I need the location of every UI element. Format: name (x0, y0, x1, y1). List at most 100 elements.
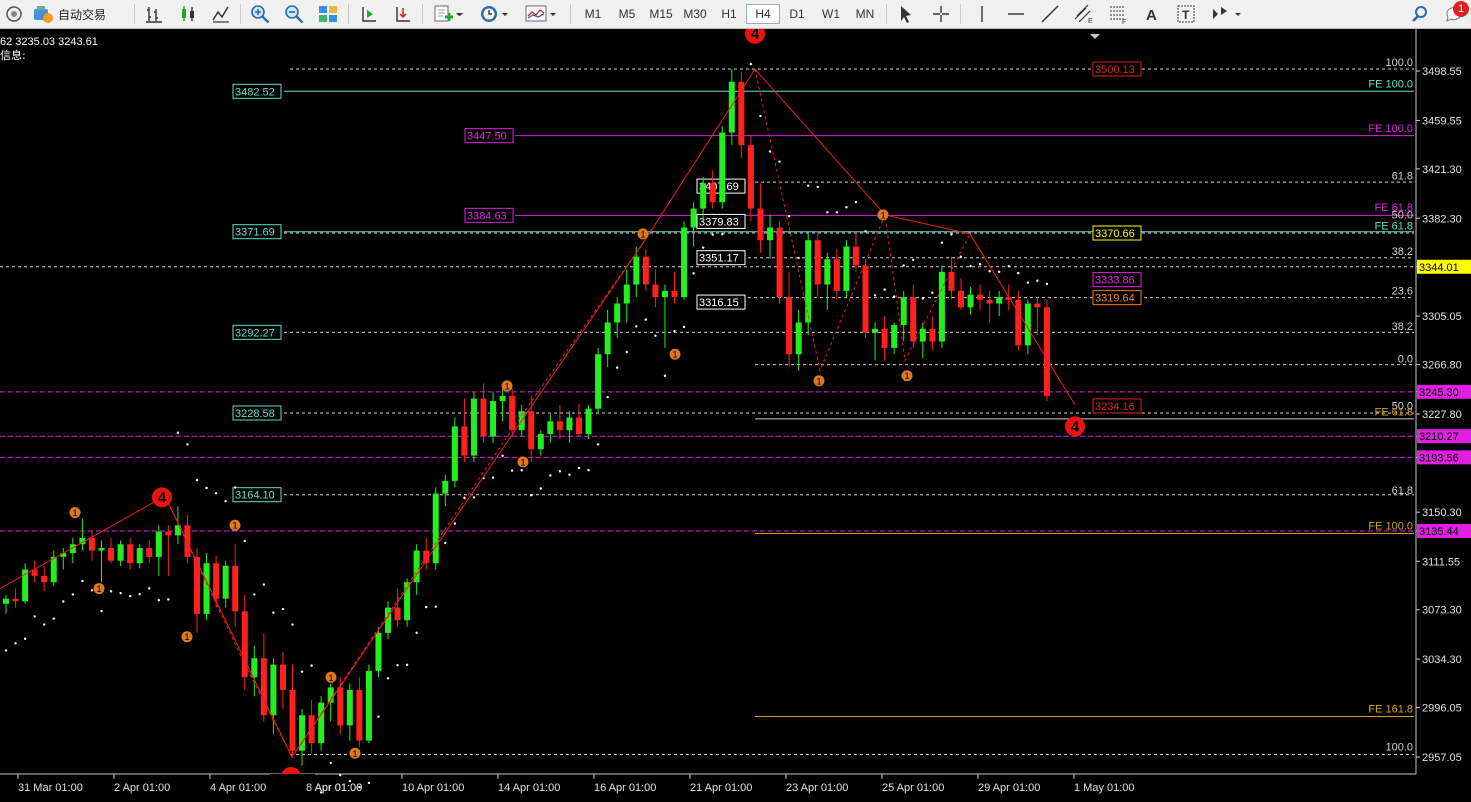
candle-body (213, 563, 220, 599)
cursor-icon[interactable] (894, 3, 918, 25)
time-tick-label: 31 Mar 01:00 (18, 782, 83, 794)
text-icon[interactable]: A (1140, 3, 1164, 25)
notifications-button[interactable]: 1 (1442, 1, 1469, 25)
sar-dot (119, 591, 122, 595)
sar-dot (845, 206, 848, 209)
sar-dot (1045, 282, 1049, 286)
sar-dot (711, 233, 714, 236)
candle-body (470, 398, 477, 456)
timeframe-d1[interactable]: D1 (780, 4, 814, 24)
minor-marker-label: 1 (504, 381, 509, 391)
sar-dot (405, 663, 409, 667)
minor-marker-label: 1 (640, 229, 645, 239)
crosshair-icon[interactable] (929, 3, 953, 25)
timeframe-h1[interactable]: H1 (712, 4, 746, 24)
candle-body (690, 208, 697, 228)
sar-dot (291, 623, 294, 626)
search-icon[interactable] (1408, 3, 1432, 25)
candle-body (958, 290, 964, 308)
sar-dot (434, 605, 437, 608)
candle-body (537, 434, 544, 450)
equidistant-channel-icon[interactable]: E (1072, 3, 1096, 25)
candle-body (451, 426, 458, 481)
sar-dot (558, 470, 562, 473)
sar-dot (157, 599, 160, 602)
sar-dot (176, 431, 180, 434)
sar-dot (205, 486, 208, 490)
radio-icon[interactable] (2, 3, 26, 25)
timeframe-w1[interactable]: W1 (814, 4, 848, 24)
line-chart-icon[interactable] (209, 3, 233, 25)
horizontal-line-icon[interactable] (1004, 3, 1028, 25)
candle-body (986, 299, 993, 304)
price-tick-label: 3498.55 (1422, 66, 1462, 78)
periods-button[interactable] (476, 3, 512, 25)
minor-marker-label: 1 (184, 632, 189, 642)
candle-body (356, 689, 363, 741)
candle-body (136, 548, 143, 564)
sar-dot (386, 677, 390, 680)
timeframe-h4[interactable]: H4 (746, 4, 780, 24)
sar-dot (959, 255, 963, 258)
sar-dot (701, 246, 705, 249)
candle-body (614, 303, 621, 323)
level-box-label: 3500.13 (1095, 64, 1135, 76)
candlestick-icon[interactable] (176, 3, 200, 25)
sar-dot (310, 664, 313, 667)
sar-dot (415, 631, 418, 634)
candle-body (279, 664, 286, 690)
timeframe-m1[interactable]: M1 (576, 4, 610, 24)
sar-dot (234, 486, 237, 489)
wave-marker-label: 4 (1071, 418, 1080, 435)
fib-level-label: FE 61.8 (1374, 220, 1413, 232)
sar-dot (931, 291, 934, 294)
sar-dot (940, 241, 944, 244)
price-tick-label: 2996.05 (1422, 703, 1462, 715)
bar-chart-icon[interactable] (142, 3, 166, 25)
sar-dot (377, 715, 380, 718)
tile-windows-icon[interactable] (316, 3, 340, 25)
sar-dot (90, 589, 94, 592)
vertical-line-icon[interactable] (970, 3, 994, 25)
sar-dot (998, 270, 1001, 274)
text-label-icon[interactable]: T (1174, 3, 1198, 25)
sar-dot (816, 185, 819, 189)
autotrade-button[interactable]: 自动交易 (32, 3, 124, 25)
sar-dot (214, 492, 218, 495)
sar-dot (902, 264, 905, 267)
chart-canvas[interactable]: 3498.55 3459.55 3421.30 3382.30 3344.01 3305.… (0, 29, 1471, 802)
level-box-label: 3234.16 (1095, 401, 1135, 413)
time-tick-label: 2 Apr 01:00 (114, 782, 170, 794)
zoom-out-icon[interactable] (282, 3, 306, 25)
zoom-in-icon[interactable] (248, 3, 272, 25)
templates-button[interactable] (522, 3, 560, 25)
candle-body (919, 328, 926, 342)
autoscroll-icon[interactable] (391, 3, 415, 25)
candle-body (260, 658, 267, 716)
timeframe-mn[interactable]: MN (848, 4, 882, 24)
timeframe-m15[interactable]: M15 (644, 4, 678, 24)
candle-body (394, 607, 401, 621)
trendline-icon[interactable] (1038, 3, 1062, 25)
candle-body (3, 598, 9, 604)
fibonacci-icon[interactable]: F (1106, 3, 1130, 25)
timeframe-m5[interactable]: M5 (610, 4, 644, 24)
chart-shift-icon[interactable] (357, 3, 381, 25)
timeframe-m30[interactable]: M30 (678, 4, 712, 24)
sar-dot (596, 443, 600, 446)
level-box-label: 3384.63 (467, 210, 507, 222)
candle-body (795, 322, 802, 355)
arrows-menu-icon[interactable] (1208, 3, 1246, 25)
fib-level-label: FE 100.0 (1368, 123, 1413, 135)
price-tag-label: 3245.30 (1419, 387, 1459, 399)
indicators-button[interactable] (430, 3, 466, 25)
level-box-label: 3370.66 (1095, 228, 1135, 240)
sar-dot (749, 62, 753, 66)
sar-dot (606, 395, 609, 399)
sar-dot (453, 522, 457, 525)
price-chart[interactable]: 3498.55 3459.55 3421.30 3382.30 3344.01 3305.… (0, 29, 1471, 802)
chart-shift-marker (1090, 34, 1100, 39)
candle-body (41, 575, 48, 583)
candle-body (98, 548, 105, 551)
candle-body (337, 687, 344, 726)
